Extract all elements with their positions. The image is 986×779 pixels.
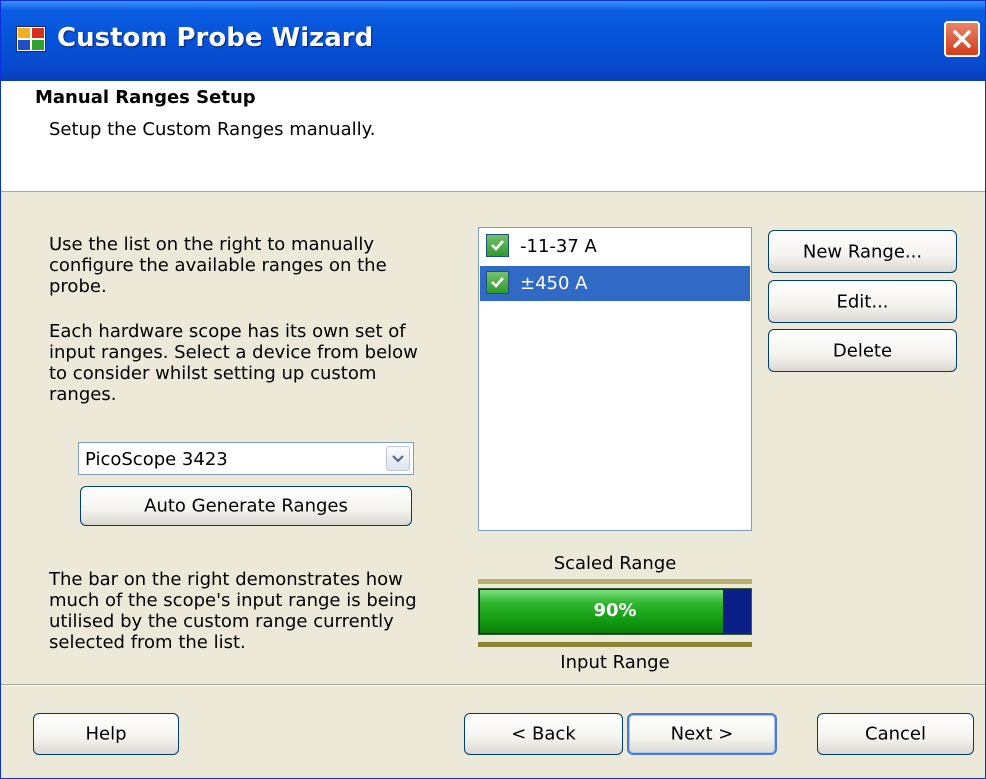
- scaled-range-line: [478, 579, 752, 584]
- device-select-value: PicoScope 3423: [85, 449, 228, 470]
- range-label: ±450 A: [520, 273, 588, 294]
- back-label: < Back: [511, 723, 576, 745]
- page-subtitle: Setup the Custom Ranges manually.: [49, 119, 376, 140]
- cancel-button[interactable]: Cancel: [817, 713, 974, 755]
- list-item[interactable]: -11-37 A: [480, 229, 750, 264]
- next-button[interactable]: Next >: [627, 713, 777, 755]
- dropdown-button[interactable]: [386, 446, 410, 471]
- window-title: Custom Probe Wizard: [57, 23, 374, 53]
- range-label: -11-37 A: [520, 236, 597, 257]
- range-checkbox[interactable]: [486, 271, 509, 294]
- range-usage-bar: 90%: [478, 588, 752, 635]
- title-bar[interactable]: Custom Probe Wizard: [1, 1, 985, 81]
- scaled-range-label: Scaled Range: [553, 553, 677, 574]
- auto-generate-ranges-button[interactable]: Auto Generate Ranges: [80, 486, 412, 526]
- range-checkbox[interactable]: [486, 234, 509, 257]
- edit-label: Edit...: [836, 291, 889, 312]
- new-range-label: New Range...: [802, 241, 923, 262]
- close-button[interactable]: [944, 21, 980, 57]
- help-button[interactable]: Help: [33, 713, 179, 755]
- next-label: Next >: [670, 723, 734, 745]
- ranges-list[interactable]: -11-37 A ±450 A: [478, 227, 752, 531]
- device-help-text: Each hardware scope has its own set of i…: [49, 321, 418, 405]
- delete-label: Delete: [832, 340, 893, 361]
- auto-generate-ranges-label: Auto Generate Ranges: [144, 495, 348, 517]
- input-range-label: Input Range: [560, 652, 670, 673]
- list-item[interactable]: ±450 A: [480, 266, 750, 301]
- range-usage-percent: 90%: [593, 600, 637, 621]
- edit-button[interactable]: Edit...: [768, 280, 957, 323]
- wizard-window: Custom Probe Wizard Manual Ranges Setup …: [0, 0, 986, 779]
- delete-button[interactable]: Delete: [768, 329, 957, 372]
- app-window-icon: [16, 26, 46, 52]
- usage-help-text: The bar on the right demonstrates how mu…: [49, 569, 417, 653]
- cancel-label: Cancel: [865, 723, 926, 745]
- help-label: Help: [85, 723, 127, 745]
- back-button[interactable]: < Back: [464, 713, 623, 755]
- device-select[interactable]: PicoScope 3423: [78, 442, 414, 475]
- input-range-line: [478, 642, 752, 647]
- instructions-text: Use the list on the right to manually co…: [49, 234, 387, 297]
- new-range-button[interactable]: New Range...: [768, 230, 957, 273]
- page-title: Manual Ranges Setup: [35, 87, 256, 108]
- footer-divider-highlight: [1, 685, 985, 686]
